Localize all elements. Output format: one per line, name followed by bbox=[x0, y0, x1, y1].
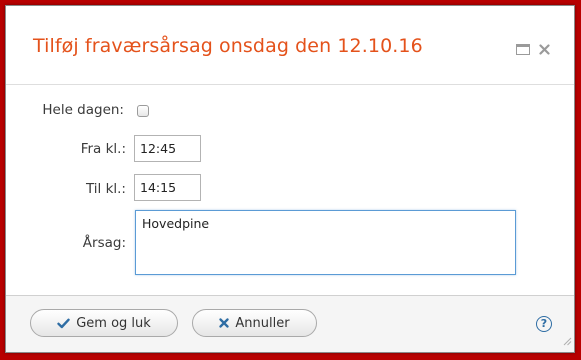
from-time-label: Fra kl.: bbox=[80, 141, 126, 157]
cancel-label: Annuller bbox=[235, 315, 290, 331]
cancel-button[interactable]: Annuller bbox=[192, 309, 317, 337]
dialog-footer: Gem og luk Annuller ? bbox=[6, 295, 574, 352]
maximize-icon[interactable] bbox=[516, 43, 530, 55]
close-icon[interactable] bbox=[539, 43, 550, 55]
help-icon[interactable]: ? bbox=[536, 316, 552, 332]
save-and-close-label: Gem og luk bbox=[76, 315, 151, 331]
whole-day-label: Hele dagen: bbox=[42, 102, 124, 118]
absence-reason-dialog: Tilføj fraværsårsag onsdag den 12.10.16 … bbox=[5, 5, 575, 353]
to-time-input[interactable]: 14:15 bbox=[134, 174, 201, 201]
whole-day-checkbox[interactable] bbox=[137, 105, 149, 117]
to-time-label: Til kl.: bbox=[85, 181, 126, 197]
checkmark-icon bbox=[57, 318, 70, 329]
reason-label: Årsag: bbox=[82, 235, 126, 251]
resize-grip-icon[interactable] bbox=[563, 331, 572, 350]
reason-textarea[interactable]: Hovedpine bbox=[135, 210, 516, 275]
x-icon bbox=[219, 318, 230, 328]
window-controls bbox=[516, 42, 550, 56]
dialog-title: Tilføj fraværsårsag onsdag den 12.10.16 bbox=[33, 35, 423, 57]
save-and-close-button[interactable]: Gem og luk bbox=[30, 309, 178, 337]
dialog-titlebar[interactable]: Tilføj fraværsårsag onsdag den 12.10.16 bbox=[6, 6, 574, 85]
from-time-input[interactable]: 12:45 bbox=[134, 135, 201, 162]
